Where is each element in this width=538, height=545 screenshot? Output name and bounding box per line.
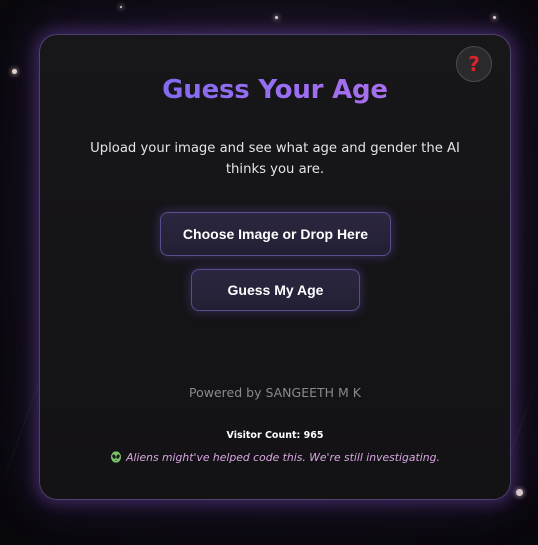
background-star: [516, 489, 523, 496]
guess-age-button[interactable]: Guess My Age: [191, 269, 360, 311]
background-star: [275, 16, 278, 19]
page-title: Guess Your Age: [40, 75, 510, 105]
background-star: [493, 16, 496, 19]
choose-image-button[interactable]: Choose Image or Drop Here: [160, 212, 391, 256]
visitor-count: Visitor Count: 965: [226, 430, 324, 441]
alien-icon: [111, 451, 122, 463]
aliens-note: Aliens might've helped code this. We're …: [40, 451, 510, 464]
page-description: Upload your image and see what age and g…: [90, 141, 460, 177]
background-star: [12, 69, 17, 74]
help-question-icon: ?: [468, 52, 480, 76]
main-card: ? Guess Your Age Upload your image and s…: [39, 34, 511, 500]
aliens-note-text: Aliens might've helped code this. We're …: [126, 451, 440, 464]
powered-by-text: Powered by SANGEETH M K: [189, 385, 361, 400]
background-star: [120, 6, 122, 8]
